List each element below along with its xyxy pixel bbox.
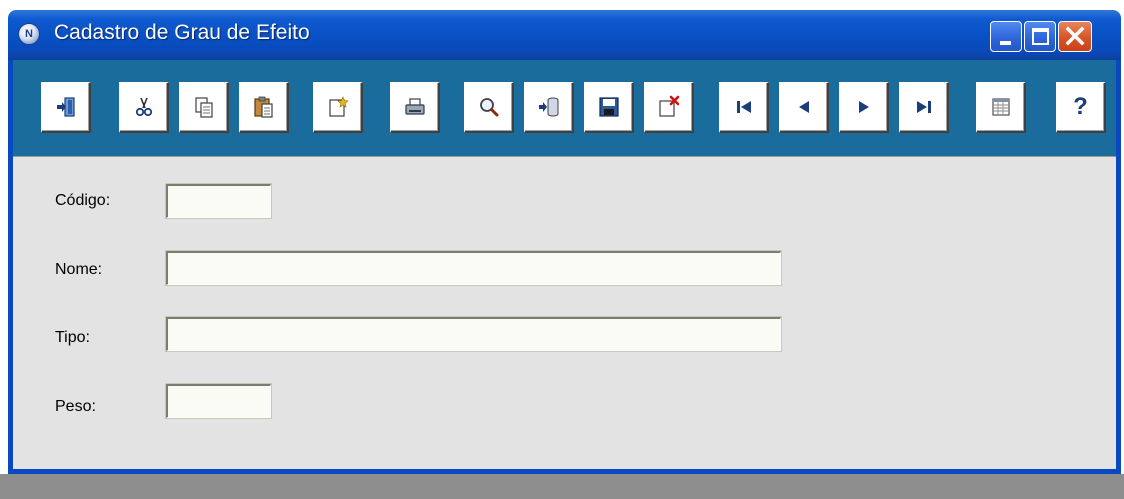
open-database-icon	[538, 97, 558, 117]
print-icon	[404, 98, 425, 115]
nome-input[interactable]	[166, 251, 781, 285]
copy-icon	[194, 97, 213, 118]
save-floppy-icon	[598, 97, 619, 117]
maximize-button[interactable]	[1024, 21, 1056, 52]
help-button[interactable]: ?	[1056, 82, 1106, 133]
peso-label: Peso:	[55, 398, 96, 415]
search-magnifier-icon	[479, 98, 498, 117]
codigo-label: Código:	[55, 192, 111, 209]
new-record-icon	[328, 96, 349, 117]
background-area	[0, 474, 1124, 499]
help-question-icon: ?	[1073, 93, 1088, 120]
delete-record-button[interactable]	[644, 82, 694, 133]
nome-label: Nome:	[55, 261, 103, 278]
print-button[interactable]	[390, 82, 440, 133]
table-grid-icon	[991, 98, 1010, 116]
last-record-icon	[916, 101, 931, 113]
minimize-button[interactable]	[990, 21, 1022, 52]
exit-door-icon	[56, 97, 75, 117]
close-icon	[1065, 26, 1085, 46]
paste-button[interactable]	[239, 82, 289, 133]
search-button[interactable]	[464, 82, 514, 133]
title-bar[interactable]: N Cadastro de Grau de Efeito	[8, 10, 1121, 60]
maximize-icon	[1032, 28, 1049, 45]
form-panel: Código: Nome: Tipo: Peso:	[13, 156, 1116, 469]
first-record-icon	[736, 101, 751, 113]
cut-scissors-icon	[135, 97, 152, 117]
save-button[interactable]	[584, 82, 634, 133]
open-database-button[interactable]	[524, 82, 574, 133]
last-record-button[interactable]	[899, 82, 949, 133]
tipo-input[interactable]	[166, 317, 781, 351]
close-button[interactable]	[1058, 21, 1092, 52]
app-logo-icon: N	[18, 23, 40, 45]
exit-button[interactable]	[41, 82, 91, 133]
application-window: N Cadastro de Grau de Efeito ? Código: N…	[0, 0, 1124, 499]
cut-button[interactable]	[119, 82, 169, 133]
delete-record-icon	[658, 95, 679, 117]
minimize-icon	[1000, 41, 1011, 45]
window-title: Cadastro de Grau de Efeito	[54, 21, 310, 44]
next-record-button[interactable]	[839, 82, 889, 133]
table-view-button[interactable]	[976, 82, 1026, 133]
paste-clipboard-icon	[253, 96, 273, 118]
copy-button[interactable]	[179, 82, 229, 133]
peso-input[interactable]	[166, 384, 271, 418]
previous-record-icon	[798, 101, 809, 113]
new-record-button[interactable]	[313, 82, 363, 133]
first-record-button[interactable]	[719, 82, 769, 133]
previous-record-button[interactable]	[779, 82, 829, 133]
next-record-icon	[858, 101, 869, 113]
tipo-label: Tipo:	[55, 329, 90, 346]
window-frame-right	[1116, 60, 1121, 474]
toolbar: ?	[13, 60, 1116, 156]
codigo-input[interactable]	[166, 184, 271, 218]
